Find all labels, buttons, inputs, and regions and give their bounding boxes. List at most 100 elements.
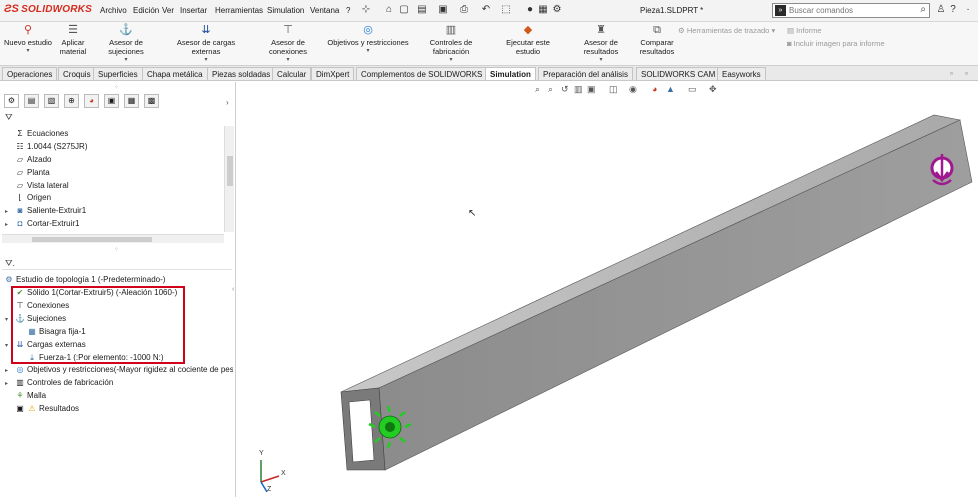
pin-icon[interactable]: ⊹ (360, 4, 372, 16)
display-manager-tab-icon[interactable]: ◕ (84, 94, 99, 108)
undo-icon[interactable]: ↶ (480, 4, 492, 16)
rebuild-icon[interactable]: ● (524, 4, 536, 16)
tab-piezas-soldadas[interactable]: Piezas soldadas (207, 67, 276, 80)
splitter-grip-icon[interactable]: ⁘ (114, 246, 119, 253)
search-input[interactable] (789, 5, 909, 16)
new-study-icon: ⚲ (23, 24, 33, 36)
tree-item-material[interactable]: ☷ 1.0044 (S275JR) (15, 142, 87, 151)
tree-item-origen[interactable]: ⌊ Origen (15, 193, 51, 202)
expand-arrow-icon[interactable]: ▸ (5, 380, 8, 387)
compare-results-button[interactable]: ⧉ Comparar resultados (638, 24, 676, 56)
solidworks-logo[interactable]: ƧS SOLIDWORKS (4, 3, 92, 15)
run-study-button[interactable]: ◆ Ejecutar este estudio (494, 24, 562, 56)
graphics-area[interactable]: ⌕ ⌕ ↺ ▥ ▣ ◫ ◉ ◕ ▲ ▭ ✥ Y X Z ↖ (237, 82, 978, 497)
feature-manager-tab-icon[interactable]: ⚙ (4, 94, 19, 108)
mesh-icon: ⚘ (16, 391, 24, 400)
study-item-resultados[interactable]: ▣ ⚠ Resultados (15, 404, 79, 413)
menu-ver[interactable]: Ver (162, 6, 174, 15)
tab-chapa-metalica[interactable]: Chapa metálica (142, 67, 208, 80)
chevron-right-icon[interactable]: › (226, 98, 229, 107)
include-image-button[interactable]: ◙ Incluir imagen para informe (787, 39, 885, 48)
study-item-malla[interactable]: ⚘ Malla (15, 391, 46, 400)
new-document-icon[interactable]: ▢ (398, 4, 410, 16)
tab-easyworks[interactable]: Easyworks (717, 67, 766, 80)
save-icon[interactable]: ▣ (437, 4, 449, 16)
print-icon[interactable]: ⎙ (458, 4, 470, 16)
feature-tree-hscrollbar[interactable] (2, 234, 224, 243)
panel-grip-icon[interactable]: ⁘ (114, 84, 119, 91)
origin-icon: ⌊ (18, 193, 22, 202)
tile-window-icon[interactable]: ▫ (950, 69, 953, 78)
simulation-tab-icon[interactable]: ▦ (124, 94, 139, 108)
goals-constraints-button[interactable]: ◎ Objetivos y restricciones ▾ (327, 24, 409, 56)
plot-tools-button[interactable]: ⚙ Herramientas de trazado ▾ (678, 26, 778, 35)
collapse-arrow-icon[interactable]: ▾ (5, 316, 8, 323)
tab-croquis[interactable]: Croquis (58, 67, 96, 80)
menu-simulation[interactable]: Simulation (267, 6, 304, 15)
menu-archivo[interactable]: Archivo (100, 6, 127, 15)
extra-tab-icon[interactable]: ▩ (144, 94, 159, 108)
home-icon[interactable]: ⌂ (383, 4, 395, 16)
magnifier-icon[interactable]: ⌕ (920, 4, 926, 15)
filter-icon[interactable]: ⛛ (5, 112, 13, 123)
menu-insertar[interactable]: Insertar (180, 6, 207, 15)
filter-icon[interactable]: ⛛. (5, 258, 15, 269)
tree-item-saliente-extruir1[interactable]: ◙ Saliente-Extruir1 (15, 206, 87, 215)
results-advisor-button[interactable]: ♜ Asesor de resultados ▾ (566, 24, 636, 65)
tab-dimxpert[interactable]: DimXpert (311, 67, 355, 80)
tab-complementos[interactable]: Complementos de SOLIDWORKS (356, 67, 488, 80)
command-search[interactable]: » ⌕ (772, 3, 930, 18)
collapse-arrow-icon[interactable]: ▾ (5, 342, 8, 349)
tab-operaciones[interactable]: Operaciones (2, 67, 58, 80)
user-icon[interactable]: ♙ (935, 4, 947, 16)
tab-simulation[interactable]: Simulation (485, 67, 536, 80)
help-icon[interactable]: ? (947, 4, 959, 16)
restore-window-icon[interactable]: ▫ (965, 69, 968, 78)
options-gear-icon[interactable]: ⚙ (551, 4, 563, 16)
tab-calcular[interactable]: Calcular (272, 67, 312, 80)
feature-tree-vscrollbar[interactable] (224, 126, 234, 232)
tab-preparacion-analisis[interactable]: Preparación del análisis (538, 67, 633, 80)
menu-ventana[interactable]: Ventana (310, 6, 339, 15)
apply-material-button[interactable]: ☰ Aplicar material (57, 24, 89, 56)
divider (2, 269, 232, 270)
study-item-objetivos[interactable]: ◎ Objetivos y restricciones(-Mayor rigide… (15, 365, 234, 374)
tab-superficies[interactable]: Superficies (93, 67, 143, 80)
file-properties-icon[interactable]: ▦ (537, 4, 549, 16)
dimxpert-tab-icon[interactable]: ⊕ (64, 94, 79, 108)
tree-item-planta[interactable]: ▱ Planta (15, 168, 50, 177)
new-study-button[interactable]: ⚲ Nuevo estudio ▾ (4, 24, 52, 56)
external-loads-button[interactable]: ⇊ Asesor de cargas externas ▾ (164, 24, 248, 65)
tree-item-cortar-extruir1[interactable]: ◘ Cortar-Extruir1 (15, 219, 80, 228)
command-manager-ribbon: ⚲ Nuevo estudio ▾ ☰ Aplicar material ⚓ As… (0, 22, 978, 66)
tree-item-ecuaciones[interactable]: Σ Ecuaciones (15, 129, 69, 138)
model-beam[interactable] (237, 82, 978, 497)
tab-solidworks-cam[interactable]: SOLIDWORKS CAM (636, 67, 721, 80)
select-icon[interactable]: ⬚ (500, 4, 512, 16)
fixture-advisor-button[interactable]: ⚓ Asesor de sujeciones ▾ (92, 24, 160, 65)
study-item-controles-fabricacion[interactable]: ▥ Controles de fabricación (15, 378, 113, 387)
triad-z-label: Z (267, 486, 272, 493)
cam-tab-icon[interactable]: ▣ (104, 94, 119, 108)
more-icon[interactable]: · (962, 4, 974, 16)
plane-icon: ▱ (16, 168, 24, 177)
configuration-manager-tab-icon[interactable]: ▧ (44, 94, 59, 108)
open-icon[interactable]: ▤ (416, 4, 428, 16)
collapse-panel-icon[interactable]: ‹ (232, 286, 234, 293)
tree-item-alzado[interactable]: ▱ Alzado (15, 155, 52, 164)
menu-edicion[interactable]: Edición (133, 6, 159, 15)
expand-arrow-icon[interactable]: ▸ (5, 208, 8, 215)
expand-arrow-icon[interactable]: ▸ (5, 367, 8, 374)
property-manager-tab-icon[interactable]: ▤ (24, 94, 39, 108)
plane-icon: ▱ (16, 181, 24, 190)
scroll-thumb[interactable] (227, 156, 233, 186)
manufacturing-controls-button[interactable]: ▥ Controles de fabricación ▾ (411, 24, 491, 65)
expand-arrow-icon[interactable]: ▸ (5, 221, 8, 228)
menu-herramientas[interactable]: Herramientas (215, 6, 263, 15)
menu-help[interactable]: ? (346, 6, 350, 15)
tree-item-vista-lateral[interactable]: ▱ Vista lateral (15, 181, 69, 190)
scroll-thumb[interactable] (32, 237, 152, 242)
connections-advisor-button[interactable]: ⊤ Asesor de conexiones ▾ (252, 24, 324, 65)
study-root[interactable]: ⚙ Estudio de topología 1 (-Predeterminado… (4, 275, 165, 284)
report-button[interactable]: ▤ Informe (787, 26, 822, 35)
